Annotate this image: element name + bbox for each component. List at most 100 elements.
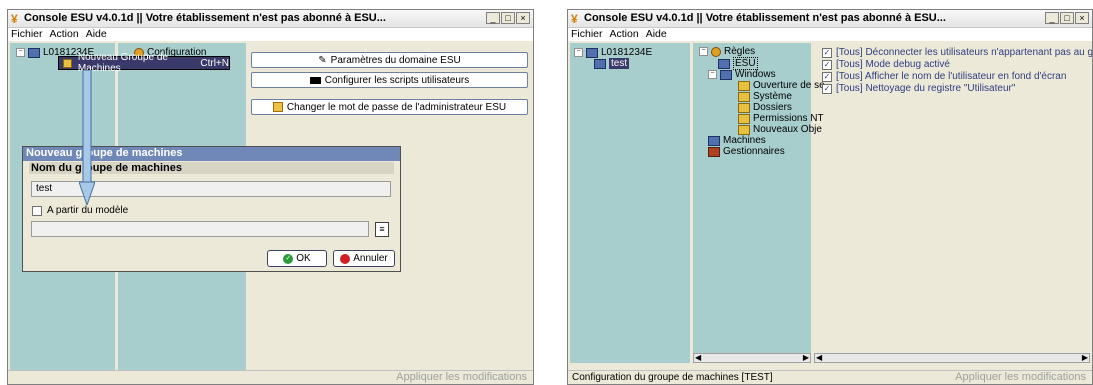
new-group-icon <box>63 58 72 68</box>
console-icon <box>309 76 321 84</box>
rules-icon <box>711 46 721 57</box>
machines-icon <box>708 135 720 146</box>
minimize-icon[interactable]: _ <box>486 12 500 24</box>
folder-icon <box>738 124 750 135</box>
left-menubar: Fichier Action Aide <box>8 28 533 41</box>
right-tree-test-label: test <box>609 58 630 69</box>
tree-systeme[interactable]: Système <box>738 91 792 102</box>
right-window-controls: _ □ × <box>1045 12 1089 24</box>
app-logo-icon: ¥ <box>571 12 578 26</box>
apply-changes-button[interactable]: Appliquer les modifications <box>955 371 1086 383</box>
rule-item[interactable]: ✓ [Tous] Nettoyage du registre "Utilisat… <box>822 83 1015 94</box>
rule-label: [Tous] Afficher le nom de l'utilisateur … <box>836 71 1067 82</box>
rule-label: [Tous] Déconnecter les utilisateurs n'ap… <box>836 47 1093 58</box>
model-input[interactable] <box>31 221 369 237</box>
menu-action[interactable]: Action <box>610 28 639 41</box>
domain-icon <box>586 47 598 58</box>
rule-checkbox[interactable]: ✓ <box>822 59 832 70</box>
scroll-right-icon[interactable]: ▶ <box>1082 353 1088 362</box>
left-statusbar: Appliquer les modifications <box>8 370 533 384</box>
tree-ouverture[interactable]: Ouverture de se <box>738 80 825 91</box>
menu-action[interactable]: Action <box>50 28 79 41</box>
maximize-icon[interactable]: □ <box>501 12 515 24</box>
tree-nouveaux[interactable]: Nouveaux Obje <box>738 124 822 135</box>
tree-ouverture-label: Ouverture de se <box>753 80 825 91</box>
right-tree-panel <box>570 43 690 363</box>
change-password-button[interactable]: Changer le mot de passe de l'administrat… <box>251 99 528 115</box>
rule-checkbox[interactable]: ✓ <box>822 47 832 58</box>
right-titlebar: ¥ Console ESU v4.0.1d || Votre établisse… <box>568 10 1092 28</box>
context-menu-shortcut: Ctrl+N <box>200 57 229 69</box>
windows-icon <box>720 69 732 80</box>
context-menu-item[interactable]: Nouveau Groupe de Machines Ctrl+N <box>58 52 230 74</box>
tree-dossiers-label: Dossiers <box>753 102 792 113</box>
tree-windows[interactable]: − Windows <box>708 69 776 80</box>
from-model-checkbox[interactable] <box>32 205 42 216</box>
esu-icon <box>718 58 730 69</box>
collapse-icon[interactable]: − <box>16 48 25 57</box>
right-window-title: Console ESU v4.0.1d || Votre établisseme… <box>584 12 946 24</box>
left-window-title: Console ESU v4.0.1d || Votre établisseme… <box>24 12 386 24</box>
tree-gestionnaires[interactable]: Gestionnaires <box>708 146 785 157</box>
mid-horizontal-scrollbar[interactable]: ◀ ▶ <box>693 353 811 363</box>
rule-checkbox[interactable]: ✓ <box>822 83 832 94</box>
tree-gestionnaires-label: Gestionnaires <box>723 146 785 157</box>
menu-fichier[interactable]: Fichier <box>571 28 603 41</box>
rules-list: ✓ [Tous] Déconnecter les utilisateurs n'… <box>822 47 1093 107</box>
rule-item[interactable]: ✓ [Tous] Déconnecter les utilisateurs n'… <box>822 47 1093 58</box>
managers-icon <box>708 146 720 157</box>
right-tree-root[interactable]: − L0181234E <box>574 47 652 58</box>
tree-permissions-label: Permissions NT <box>753 113 824 124</box>
scripts-button[interactable]: Configurer les scripts utilisateurs <box>251 72 528 88</box>
scroll-left-icon[interactable]: ◀ <box>695 353 701 362</box>
folder-icon <box>738 102 750 113</box>
tree-machines-label: Machines <box>723 135 766 146</box>
cancel-stop-icon <box>340 253 351 264</box>
right-window: ¥ Console ESU v4.0.1d || Votre établisse… <box>567 9 1093 385</box>
menu-fichier[interactable]: Fichier <box>11 28 43 41</box>
tree-regles[interactable]: − Règles <box>699 46 755 57</box>
tree-nouveaux-label: Nouveaux Obje <box>753 124 822 135</box>
close-icon[interactable]: × <box>516 12 530 24</box>
rule-item[interactable]: ✓ [Tous] Afficher le nom de l'utilisateu… <box>822 71 1066 82</box>
menu-aide[interactable]: Aide <box>646 28 667 41</box>
folder-icon <box>738 113 750 124</box>
collapse-icon[interactable]: − <box>708 70 717 79</box>
domain-icon <box>28 47 40 58</box>
right-horizontal-scrollbar[interactable]: ◀ ▶ <box>814 353 1090 363</box>
tree-permissions[interactable]: Permissions NT <box>738 113 824 124</box>
scripts-label: Configurer les scripts utilisateurs <box>324 74 470 86</box>
context-menu-label: Nouveau Groupe de Machines <box>77 52 168 74</box>
scroll-left-icon[interactable]: ◀ <box>816 353 822 362</box>
collapse-icon[interactable]: − <box>574 48 583 57</box>
cancel-label: Annuler <box>353 253 388 264</box>
cancel-button[interactable]: Annuler <box>333 250 395 267</box>
domain-params-button[interactable]: ✎ Paramètres du domaine ESU <box>251 52 528 68</box>
key-icon <box>272 102 283 112</box>
maximize-icon[interactable]: □ <box>1060 12 1074 24</box>
right-tree-test[interactable]: test <box>594 58 630 69</box>
rule-checkbox[interactable]: ✓ <box>822 71 832 82</box>
rule-item[interactable]: ✓ [Tous] Mode debug activé <box>822 59 950 70</box>
folder-icon <box>738 80 750 91</box>
tree-machines[interactable]: Machines <box>708 135 766 146</box>
from-model-label: A partir du modèle <box>47 205 129 216</box>
browse-model-icon[interactable]: ≡ <box>375 222 389 237</box>
status-message: Configuration du groupe de machines [TES… <box>572 372 773 383</box>
from-model-row: A partir du modèle <box>32 205 128 216</box>
minimize-icon[interactable]: _ <box>1045 12 1059 24</box>
folder-icon <box>738 91 750 102</box>
left-window-controls: _ □ × <box>486 12 530 24</box>
close-icon[interactable]: × <box>1075 12 1089 24</box>
collapse-icon[interactable]: − <box>699 47 708 56</box>
tree-dossiers[interactable]: Dossiers <box>738 102 792 113</box>
tree-regles-label: Règles <box>724 46 756 57</box>
pencil-icon: ✎ <box>318 54 327 66</box>
tutorial-arrow-icon <box>79 70 95 205</box>
ok-button[interactable]: ✓ OK <box>267 250 327 267</box>
ok-label: OK <box>296 253 311 264</box>
menu-aide[interactable]: Aide <box>86 28 107 41</box>
scroll-right-icon[interactable]: ▶ <box>803 353 809 362</box>
apply-changes-button[interactable]: Appliquer les modifications <box>396 371 527 383</box>
right-menubar: Fichier Action Aide <box>568 28 1092 41</box>
